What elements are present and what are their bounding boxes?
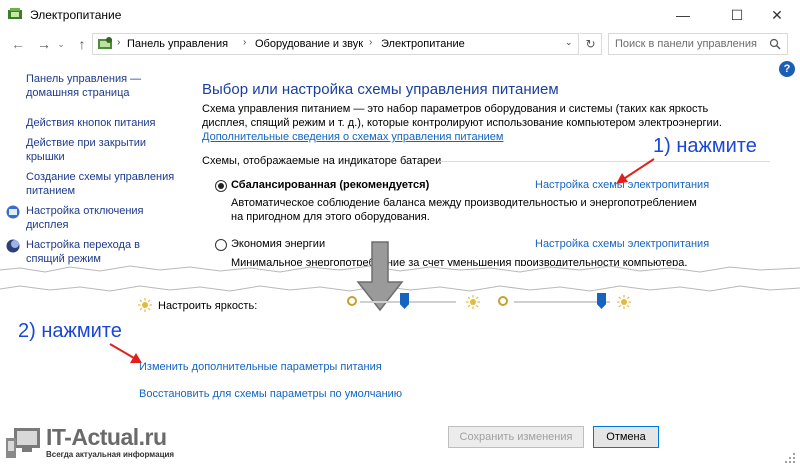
cancel-button[interactable]: Отмена [593,426,659,448]
breadcrumb-separator-icon: › [369,37,373,48]
breadcrumb-separator-icon: › [243,37,247,48]
brightness-slider-plugged-track[interactable] [514,301,610,303]
address-dropdown-chevron-icon[interactable]: ⌄ [565,37,573,48]
navigation-bar: ← → ⌄ ↑ › Панель управления › Оборудован… [0,31,800,57]
breadcrumb-separator-icon: › [117,37,121,48]
save-changes-button[interactable]: Сохранить изменения [448,426,584,448]
breadcrumb-hardware-sound[interactable]: Оборудование и звук [255,38,363,50]
monitor-logo-icon [6,428,40,458]
brightness-label: Настроить яркость: [158,300,258,312]
annotation-step-1: 1) нажмите [653,135,757,157]
breadcrumb-power-options[interactable]: Электропитание [381,38,465,50]
annotation-step-2: 2) нажмите [18,320,122,342]
plans-group-label: Схемы, отображаемые на индикаторе батаре… [202,155,442,167]
watermark-name: IT-Actual.ru [46,424,167,450]
power-options-icon [8,8,22,19]
page-description: Схема управления питанием — это набор па… [202,103,722,129]
refresh-button[interactable]: ↻ [580,33,602,55]
sidebar-item-display-off[interactable]: Настройка отключения дисплея [26,204,166,232]
sleep-moon-icon [6,239,20,253]
plugged-dim-icon [498,296,508,306]
plan-saver-settings-link[interactable]: Настройка схемы электропитания [535,238,709,250]
plan-balanced-name[interactable]: Сбалансированная (рекомендуется) [231,179,429,191]
sidebar-item-create-plan[interactable]: Создание схемы управления питанием [26,170,176,198]
title-bar: Электропитание — ☐ ✕ [0,0,800,30]
plan-saver-name[interactable]: Экономия энергии [231,238,325,250]
sun-dim-icon [138,298,152,312]
up-button[interactable]: ↑ [72,34,92,54]
sun-bright-icon [466,295,480,309]
forward-button[interactable]: → [34,34,54,54]
plan-balanced-description: Автоматическое соблюдение баланса между … [231,197,697,223]
window-title: Электропитание [30,8,122,22]
watermark-tagline: Всегда актуальная информация [46,450,175,459]
group-divider [440,161,770,162]
sun-bright-icon [617,295,631,309]
search-input[interactable]: Поиск в панели управления [608,33,788,55]
search-placeholder: Поиск в панели управления [615,38,757,50]
brightness-slider-plugged-thumb[interactable] [597,293,606,309]
page-title: Выбор или настройка схемы управления пит… [202,81,559,98]
address-bar[interactable]: › Панель управления › Оборудование и зву… [92,33,579,55]
plan-balanced-radio[interactable] [215,180,227,192]
watermark-logo: IT-Actual.ru Всегда актуальная информаци… [6,424,206,464]
display-shield-icon [6,205,20,219]
restore-defaults-link[interactable]: Восстановить для схемы параметры по умол… [139,388,402,400]
battery-dim-icon [347,296,357,306]
advanced-power-settings-link[interactable]: Изменить дополнительные параметры питани… [139,361,382,373]
breadcrumb-control-panel[interactable]: Панель управления [127,38,228,50]
help-icon[interactable]: ? [779,61,795,77]
sidebar-item-power-buttons[interactable]: Действия кнопок питания [26,116,186,130]
more-info-link[interactable]: Дополнительные сведения о схемах управле… [202,131,504,143]
sidebar-item-home[interactable]: Панель управления — домашняя страница [26,72,176,100]
control-panel-icon [98,37,112,49]
resize-grip-icon[interactable] [784,452,796,464]
back-button[interactable]: ← [8,34,28,54]
search-icon [769,38,781,50]
minimize-button[interactable]: — [660,0,706,30]
plan-saver-radio[interactable] [215,239,227,251]
red-arrow-1-icon [616,158,655,184]
close-button[interactable]: ✕ [754,0,800,30]
sidebar-item-lid-close[interactable]: Действие при закрытии крышки [26,136,156,164]
recent-locations-chevron-icon[interactable]: ⌄ [54,34,68,54]
